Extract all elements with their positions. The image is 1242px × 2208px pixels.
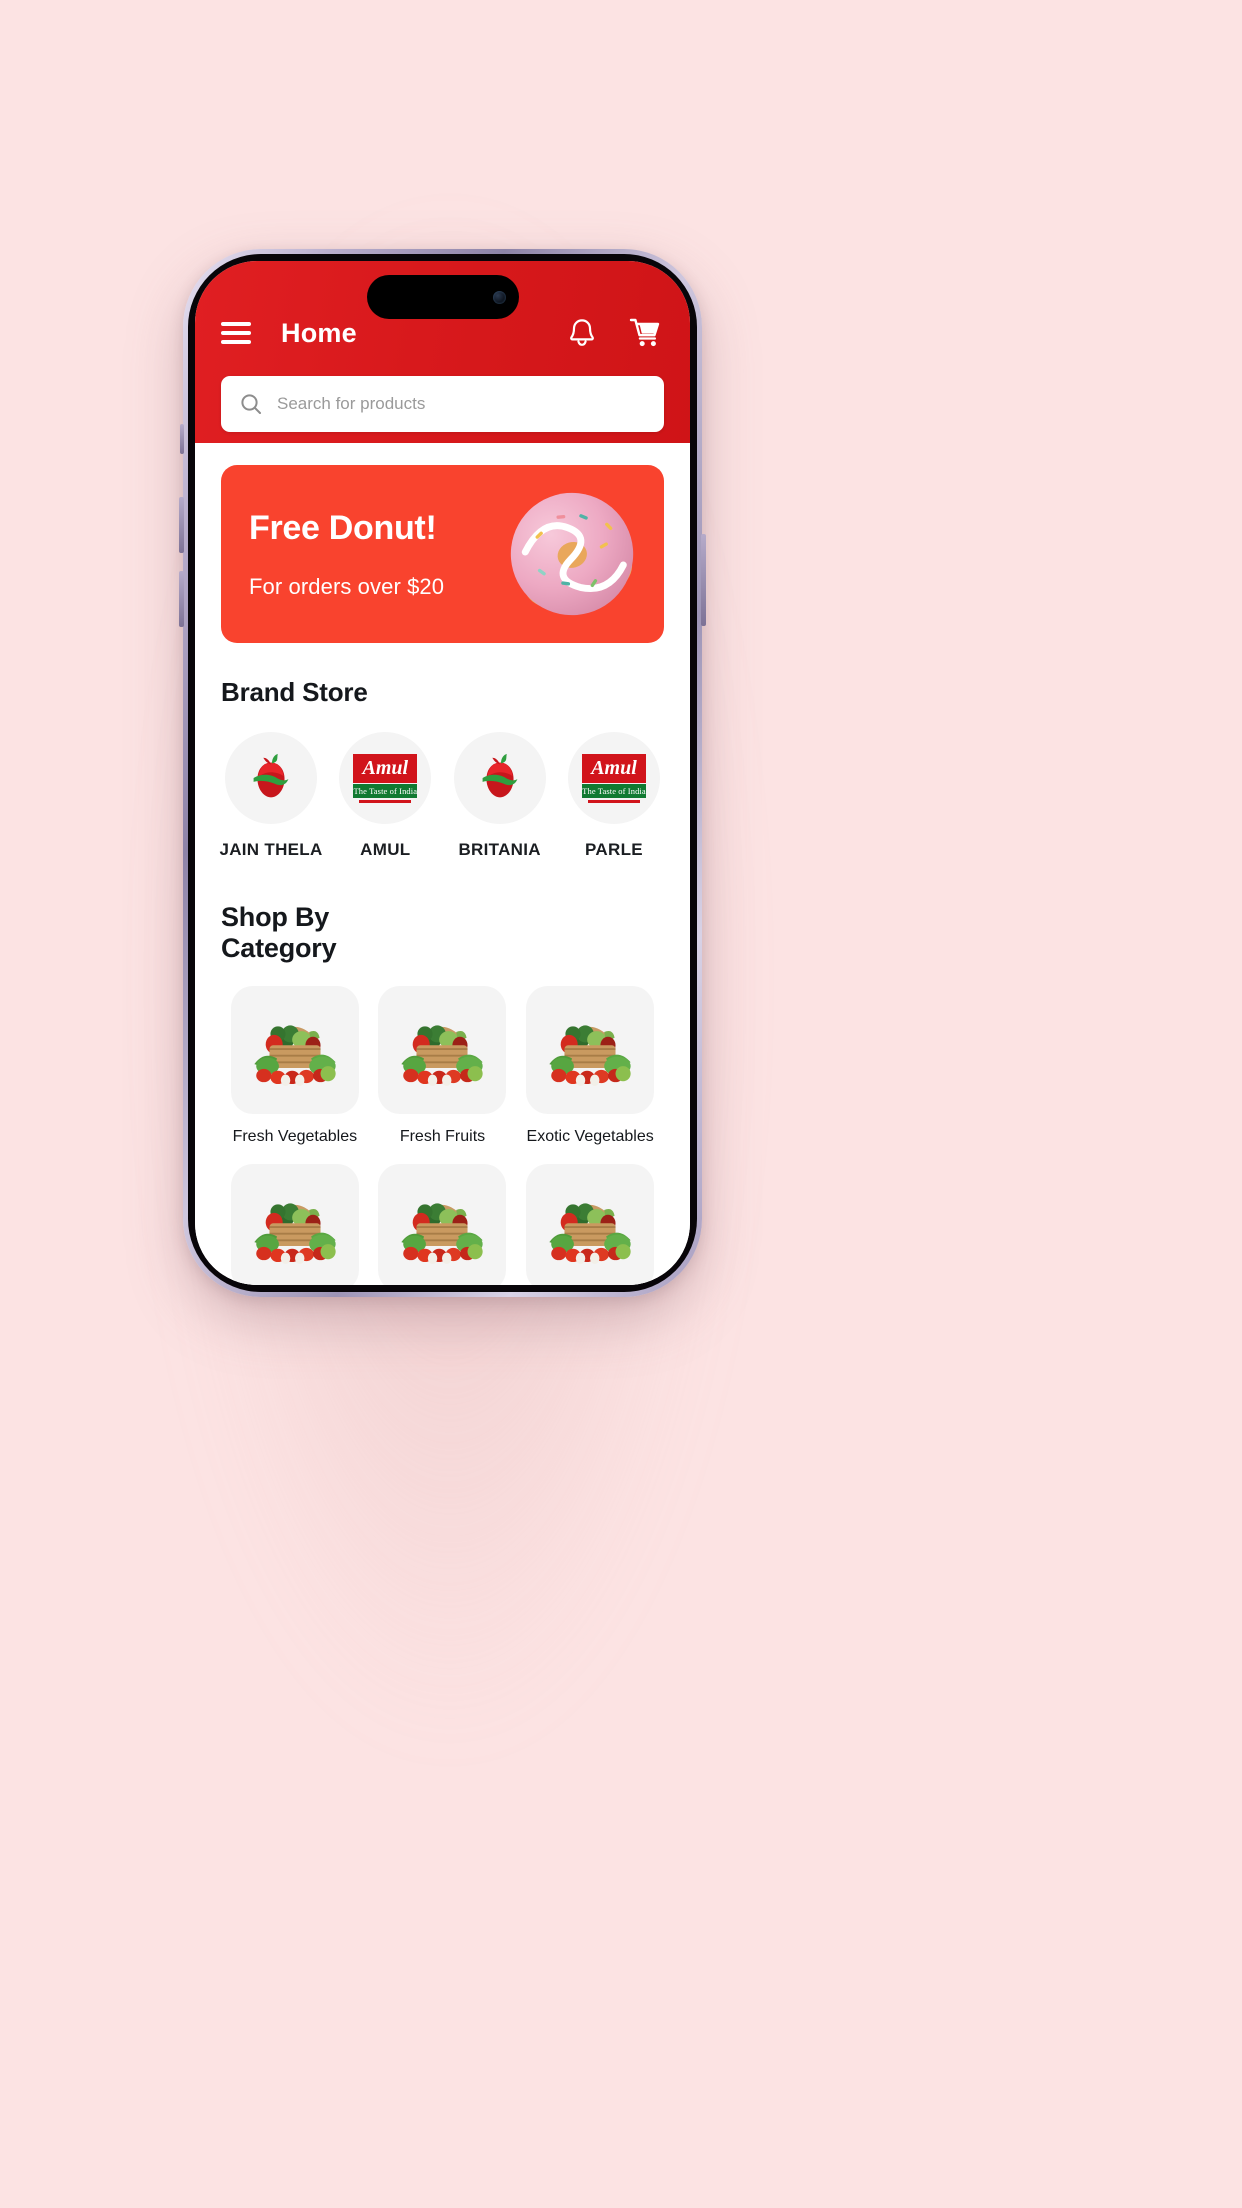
promo-text: Free Donut! For orders over $20: [221, 509, 444, 600]
amul-logo-tagline: The Taste of India: [353, 783, 418, 798]
amul-logo-wordmark: Amul: [353, 753, 418, 783]
search-box[interactable]: [221, 376, 664, 432]
amul-logo-tagline: The Taste of India: [581, 783, 646, 798]
category-image-tile: [378, 1164, 507, 1285]
vegetable-basket-image: [549, 1025, 631, 1086]
pink-donut-image: [510, 492, 634, 616]
category-item-label: Fresh Vegetables: [232, 1128, 358, 1145]
category-item-fresh-vegetables[interactable]: Fresh Vegetables: [221, 986, 369, 1146]
main-content: Free Donut! For orders over $20 Brand St…: [195, 465, 690, 1285]
category-image-tile: [526, 986, 655, 1114]
vegetable-basket-image: [401, 1203, 484, 1264]
menu-line: [221, 322, 251, 326]
category-item-label: Fresh Fruits: [399, 1128, 486, 1145]
phone-device: Home Search for products Free Donut! For…: [179, 249, 706, 1297]
silent-switch[interactable]: [180, 424, 184, 454]
volume-down-button[interactable]: [179, 571, 184, 627]
vegetable-basket-image: [401, 1025, 484, 1086]
page-title: Home: [281, 317, 357, 348]
amul-logo-underline: [587, 799, 640, 803]
amul-logo: Amul The Taste of India: [353, 753, 418, 803]
front-camera-icon: [492, 290, 506, 304]
brand-item-label: BRITANIA: [458, 840, 541, 859]
promo-subheading: For orders over $20: [249, 573, 445, 599]
category-item-exotic-vegetables[interactable]: Exotic Vegetables: [516, 986, 664, 1146]
apple-leaf-logo: [482, 753, 518, 798]
brand-item-jain-thela[interactable]: JAIN THELA: [219, 732, 323, 860]
amul-logo-wordmark: Amul: [581, 753, 646, 783]
category-image-tile: [378, 986, 507, 1114]
category-item-grocery[interactable]: Grocery: [369, 1164, 517, 1285]
search-icon: [241, 394, 261, 414]
brand-store-title: Brand Store: [221, 677, 368, 707]
brand-item-britania[interactable]: BRITANIA: [450, 732, 550, 860]
brand-item-label: JAIN THELA: [219, 840, 323, 859]
promo-banner-donut[interactable]: Free Donut! For orders over $20: [221, 465, 664, 643]
brand-store-list: JAIN THELA Amul The Taste of India AMUL: [219, 732, 664, 860]
volume-up-button[interactable]: [179, 497, 184, 553]
dynamic-island: [366, 275, 519, 319]
brand-logo-circle: [225, 732, 317, 824]
category-image-tile: [230, 1164, 359, 1285]
brand-item-label: PARLE: [585, 840, 643, 859]
vegetable-basket-image: [549, 1203, 631, 1264]
amul-logo: Amul The Taste of India: [581, 753, 646, 803]
category-item-label: Exotic Vegetables: [526, 1128, 654, 1145]
app-header: Home: [195, 261, 690, 443]
brand-logo-circle: [453, 732, 546, 824]
power-button[interactable]: [701, 534, 706, 626]
vegetable-basket-image: [254, 1025, 336, 1086]
category-grid: Fresh Vegetables Fresh Fruits Exotic Veg…: [221, 986, 664, 1285]
promo-heading: Free Donut!: [249, 508, 437, 547]
brand-logo-circle: Amul The Taste of India: [339, 732, 432, 824]
brand-item-parle[interactable]: Amul The Taste of India PARLE: [564, 732, 664, 860]
shopping-cart-icon[interactable]: [628, 315, 664, 351]
category-item-fresh-fruits[interactable]: Fresh Fruits: [369, 986, 517, 1146]
hamburger-menu-icon[interactable]: [221, 322, 251, 344]
search-input[interactable]: [277, 394, 646, 414]
category-item-offers-category[interactable]: Offers Category: [516, 1164, 664, 1285]
amul-logo-underline: [359, 799, 412, 803]
apple-leaf-logo: [253, 753, 289, 798]
menu-line: [221, 340, 251, 344]
vegetable-basket-image: [254, 1203, 336, 1264]
menu-line: [221, 331, 251, 335]
phone-screen: Home Search for products Free Donut! For…: [195, 261, 690, 1285]
category-item-aluminium-foil[interactable]: Aluminium Foil: [221, 1164, 369, 1285]
category-image-tile: [526, 1164, 655, 1285]
search-bar-container: [195, 359, 690, 432]
brand-logo-circle: Amul The Taste of India: [567, 732, 660, 824]
shop-by-category-title: Shop By Category: [221, 902, 337, 963]
notification-bell-icon[interactable]: [564, 315, 600, 351]
brand-item-label: AMUL: [360, 840, 411, 859]
category-image-tile: [230, 986, 359, 1114]
brand-item-amul[interactable]: Amul The Taste of India AMUL: [335, 732, 435, 860]
